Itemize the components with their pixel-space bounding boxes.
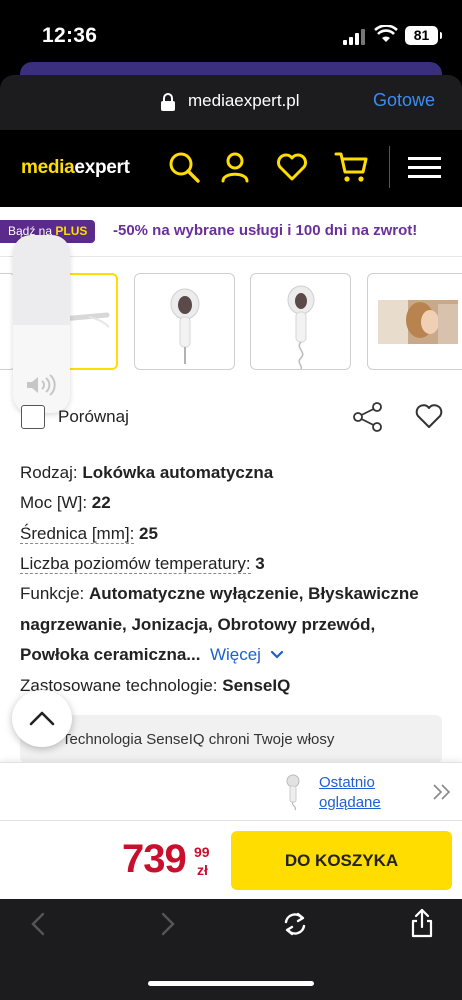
logo-part1: media (21, 157, 75, 178)
plus-badge-brand: PLUS (55, 224, 88, 238)
volume-overlay (13, 235, 70, 413)
speaker-volume-icon (27, 374, 56, 396)
gallery-thumbnail[interactable] (250, 273, 351, 370)
double-chevron-right-icon[interactable] (432, 783, 452, 801)
recently-viewed-bar[interactable]: Ostatnio oglądane (0, 762, 462, 820)
cart-icon[interactable] (334, 150, 370, 184)
spec-functions-cont: nagrzewanie, Jonizacja, Obrotowy przewód… (20, 610, 375, 640)
spec-diameter-value: 25 (139, 524, 158, 543)
chevron-up-icon (29, 711, 55, 726)
product-content: Porównaj Rodzaj: Lokówka automatyczna Mo… (0, 235, 462, 762)
forward-chevron-icon[interactable] (156, 911, 178, 937)
spec-type: Rodzaj: Lokówka automatyczna (20, 458, 273, 488)
gallery-thumbnail[interactable] (367, 273, 462, 370)
lock-icon (161, 93, 175, 111)
spec-power-label: Moc [W]: (20, 493, 88, 512)
curler-cable-image (287, 285, 315, 369)
price-currency: zł (197, 862, 208, 878)
tech-banner-text: Technologia SenseIQ chroni Twoje włosy (62, 731, 335, 748)
back-chevron-icon[interactable] (28, 911, 50, 937)
account-icon[interactable] (218, 150, 252, 184)
reload-icon[interactable] (281, 911, 309, 937)
promo-text: -50% na wybrane usługi i 100 dni na zwro… (113, 222, 418, 239)
page: 12:36 81 mediaexpert.pl Gotowe mediaexpe… (0, 0, 462, 1000)
share-sheet-icon[interactable] (409, 908, 435, 938)
spec-diameter: Średnica [mm]: 25 (20, 519, 158, 549)
share-icon[interactable] (352, 401, 384, 433)
chevron-down-icon (270, 650, 283, 659)
price-bar: 739 99 zł DO KOSZYKA (0, 820, 462, 899)
status-time: 12:36 (42, 24, 98, 47)
spec-temperature-value: 3 (255, 554, 265, 573)
spec-functions-label: Funkcje: (20, 584, 85, 603)
volume-level-fill (13, 325, 70, 413)
scroll-to-top-button[interactable] (12, 690, 72, 747)
battery-icon: 81 (405, 26, 442, 45)
price-main: 739 (122, 837, 187, 881)
url-domain[interactable]: mediaexpert.pl (188, 91, 300, 111)
site-header: mediaexpert (0, 130, 462, 207)
spec-technologies-value: SenseIQ (222, 676, 291, 695)
compare-label[interactable]: Porównaj (58, 407, 129, 427)
hamburger-menu-icon[interactable] (408, 156, 442, 180)
spec-functions: Funkcje: Automatyczne wyłączenie, Błyska… (20, 579, 419, 609)
wishlist-heart-icon[interactable] (275, 150, 309, 184)
spec-type-value: Lokówka automatyczna (82, 463, 274, 482)
recent-product-thumbnail (286, 774, 300, 811)
status-bar: 12:36 81 (0, 0, 462, 70)
price-cents: 99 (194, 844, 210, 860)
header-divider (389, 146, 390, 188)
spec-functions-line3: Powłoka ceramiczna... (20, 645, 201, 664)
spec-type-label: Rodzaj: (20, 463, 78, 482)
spec-power-value: 22 (91, 493, 111, 512)
compare-checkbox[interactable] (21, 405, 45, 429)
spec-functions-line2: nagrzewanie, Jonizacja, Obrotowy przewód… (20, 615, 376, 634)
curler-front-image (170, 288, 200, 364)
spec-temperature-levels: Liczba poziomów temperatury: 3 (20, 549, 265, 579)
spec-temperature-label[interactable]: Liczba poziomów temperatury: (20, 554, 251, 574)
add-to-cart-button[interactable]: DO KOSZYKA (231, 831, 452, 890)
more-link-label[interactable]: Więcej (210, 645, 261, 664)
wifi-icon (374, 25, 398, 42)
recently-viewed-line2: oglądane (319, 794, 381, 811)
gallery-thumbnail[interactable] (134, 273, 235, 370)
favorite-heart-icon[interactable] (414, 401, 444, 431)
home-indicator (148, 981, 314, 986)
recently-viewed-line1: Ostatnio (319, 774, 375, 791)
spec-functions-cont: Powłoka ceramiczna... Więcej (20, 640, 284, 670)
logo-part2: expert (74, 157, 130, 178)
mediaexpert-logo[interactable]: mediaexpert (21, 157, 130, 179)
spec-power: Moc [W]: 22 (20, 488, 111, 518)
spec-diameter-label[interactable]: Średnica [mm]: (20, 524, 135, 544)
search-icon[interactable] (167, 150, 201, 184)
spec-functions-line1: Automatyczne wyłączenie, Błyskawiczne (88, 584, 419, 603)
browser-url-bar: mediaexpert.pl Gotowe (0, 75, 462, 130)
signal-icon (343, 29, 365, 45)
browser-toolbar (0, 899, 462, 1000)
more-link[interactable]: Więcej (205, 645, 283, 664)
lifestyle-photo-image (378, 300, 458, 344)
done-button[interactable]: Gotowe (373, 90, 435, 111)
recently-viewed-link[interactable]: Ostatnio oglądane (319, 773, 381, 813)
